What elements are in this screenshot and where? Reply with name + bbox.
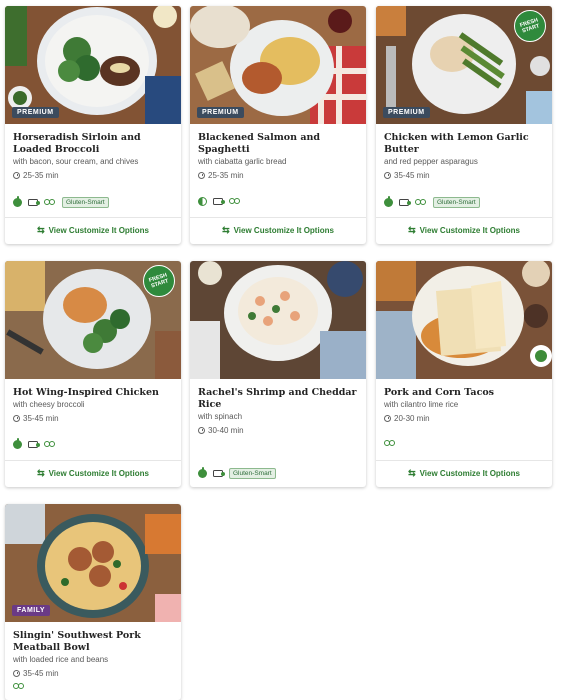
swap-icon xyxy=(44,198,56,207)
swap-arrows-icon: ⇆ xyxy=(408,225,416,235)
clock-icon xyxy=(13,172,20,179)
fresh-apple-icon xyxy=(198,467,207,478)
clock-icon xyxy=(13,670,20,677)
customize-options-link[interactable]: ⇆ View Customize It Options xyxy=(5,225,181,236)
recipe-image[interactable] xyxy=(376,261,552,379)
swap-icon xyxy=(44,440,56,449)
fresh-start-badge: FRESH START xyxy=(514,10,546,42)
recipe-tags: Gluten-Smart xyxy=(384,196,480,208)
cook-time: 20-30 min xyxy=(384,414,544,423)
recipe-image[interactable]: PREMIUM FRESH START xyxy=(376,6,552,124)
recipe-subtitle: with cheesy broccoli xyxy=(13,400,85,409)
recipe-card[interactable]: Rachel's Shrimp and Cheddar Rice with sp… xyxy=(190,261,366,487)
recipe-tags xyxy=(13,683,25,691)
fresh-apple-icon xyxy=(13,438,22,449)
recipe-subtitle: with cilantro lime rice xyxy=(384,400,459,409)
customize-options-link[interactable]: ⇆ View Customize It Options xyxy=(190,225,366,236)
recipe-subtitle: and red pepper asparagus xyxy=(384,157,478,166)
recipe-image[interactable]: FRESH START xyxy=(5,261,181,379)
divider xyxy=(376,460,552,461)
cook-time: 25-35 min xyxy=(13,171,173,180)
swap-icon xyxy=(13,683,25,691)
cook-time: 30-40 min xyxy=(198,426,358,435)
card-icon xyxy=(28,441,40,448)
card-icon xyxy=(213,198,225,205)
recipe-tags: Gluten-Smart xyxy=(198,467,276,479)
recipe-card[interactable]: Pork and Corn Tacos with cilantro lime r… xyxy=(376,261,552,487)
recipe-subtitle: with bacon, sour cream, and chives xyxy=(13,157,139,166)
premium-badge: PREMIUM xyxy=(383,107,430,118)
swap-arrows-icon: ⇆ xyxy=(37,225,45,235)
swap-arrows-icon: ⇆ xyxy=(408,468,416,478)
recipe-tags xyxy=(384,440,396,448)
recipe-subtitle: with loaded rice and beans xyxy=(13,655,109,664)
recipe-tags xyxy=(13,438,56,449)
cook-time: 35-45 min xyxy=(13,414,173,423)
recipe-card[interactable]: PREMIUM Horseradish Sirloin and Loaded B… xyxy=(5,6,181,244)
recipe-image[interactable]: PREMIUM xyxy=(190,6,366,124)
recipe-title[interactable]: Chicken with Lemon Garlic Butter xyxy=(384,132,544,156)
cook-time: 35-45 min xyxy=(384,171,544,180)
recipe-title[interactable]: Blackened Salmon and Spaghetti xyxy=(198,132,358,156)
divider xyxy=(376,217,552,218)
swap-icon xyxy=(384,440,396,448)
recipe-card[interactable]: FAMILY Slingin' Southwest Pork Meatball … xyxy=(5,504,181,700)
swap-icon xyxy=(229,197,241,206)
divider xyxy=(190,217,366,218)
clock-icon xyxy=(198,427,205,434)
recipe-title[interactable]: Slingin' Southwest Pork Meatball Bowl xyxy=(13,630,173,654)
gluten-smart-tag: Gluten-Smart xyxy=(229,468,276,479)
fresh-apple-icon xyxy=(13,196,22,207)
customize-options-link[interactable]: ⇆ View Customize It Options xyxy=(376,225,552,236)
customize-options-link[interactable]: ⇆ View Customize It Options xyxy=(5,468,181,479)
swap-icon xyxy=(415,198,427,207)
recipe-title[interactable]: Horseradish Sirloin and Loaded Broccoli xyxy=(13,132,173,156)
divider xyxy=(5,217,181,218)
recipe-image[interactable]: FAMILY xyxy=(5,504,181,622)
customize-options-link[interactable]: ⇆ View Customize It Options xyxy=(376,468,552,479)
recipe-card[interactable]: FRESH START Hot Wing-Inspired Chicken wi… xyxy=(5,261,181,487)
recipe-subtitle: with spinach xyxy=(198,412,243,421)
gluten-smart-tag: Gluten-Smart xyxy=(433,197,480,208)
recipe-tags: Gluten-Smart xyxy=(13,196,109,208)
recipe-title[interactable]: Hot Wing-Inspired Chicken xyxy=(13,387,173,399)
swap-arrows-icon: ⇆ xyxy=(37,468,45,478)
recipe-title[interactable]: Rachel's Shrimp and Cheddar Rice xyxy=(198,387,358,411)
card-icon xyxy=(399,199,411,206)
recipe-card[interactable]: PREMIUM Blackened Salmon and Spaghetti w… xyxy=(190,6,366,244)
recipe-tags xyxy=(198,197,241,206)
clock-icon xyxy=(198,172,205,179)
recipe-subtitle: with ciabatta garlic bread xyxy=(198,157,287,166)
recipe-card[interactable]: PREMIUM FRESH START Chicken with Lemon G… xyxy=(376,6,552,244)
clock-icon xyxy=(13,415,20,422)
recipe-image[interactable]: PREMIUM xyxy=(5,6,181,124)
card-icon xyxy=(28,199,40,206)
divider xyxy=(5,460,181,461)
fresh-apple-icon xyxy=(384,196,393,207)
fresh-start-badge: FRESH START xyxy=(143,265,175,297)
premium-badge: PREMIUM xyxy=(197,107,244,118)
family-badge: FAMILY xyxy=(12,605,51,616)
card-icon xyxy=(213,470,225,477)
cook-time: 25-35 min xyxy=(198,171,358,180)
recipe-image[interactable] xyxy=(190,261,366,379)
clock-icon xyxy=(384,172,391,179)
clock-icon xyxy=(384,415,391,422)
swap-arrows-icon: ⇆ xyxy=(222,225,230,235)
cook-time: 35-45 min xyxy=(13,669,173,678)
recipe-title[interactable]: Pork and Corn Tacos xyxy=(384,387,544,399)
gluten-smart-tag: Gluten-Smart xyxy=(62,197,109,208)
premium-badge: PREMIUM xyxy=(12,107,59,118)
apple-half-icon xyxy=(198,197,207,206)
